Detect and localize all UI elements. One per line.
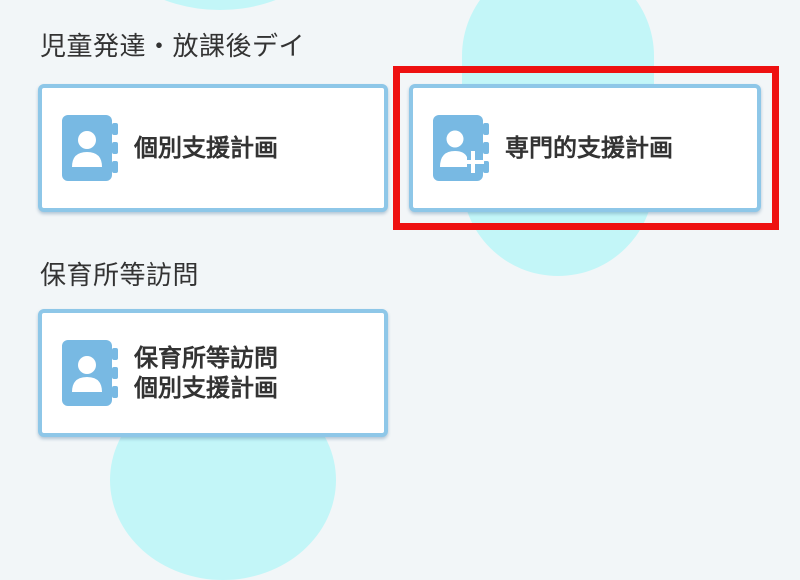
card-label: 個別支援計画 bbox=[134, 134, 278, 162]
card-individual-support-plan[interactable]: 個別支援計画 bbox=[38, 84, 388, 212]
card-specialized-support-plan[interactable]: 専門的支援計画 bbox=[409, 84, 761, 212]
card-label-line-2: 個別支援計画 bbox=[134, 374, 278, 402]
card-nursery-visit-support-plan[interactable]: 保育所等訪問 個別支援計画 bbox=[38, 309, 388, 437]
card-label: 保育所等訪問 個別支援計画 bbox=[134, 343, 278, 403]
background-circle bbox=[105, 0, 335, 10]
card-label-line-1: 保育所等訪問 bbox=[134, 344, 278, 372]
section-title-hoikusho-houmon: 保育所等訪問 bbox=[40, 261, 200, 291]
contact-book-plus-icon bbox=[433, 115, 489, 181]
contact-book-icon bbox=[62, 115, 118, 181]
card-label: 専門的支援計画 bbox=[505, 134, 673, 162]
contact-book-icon bbox=[62, 340, 118, 406]
section-title-jido-hattatsu: 児童発達・放課後デイ bbox=[40, 32, 306, 62]
